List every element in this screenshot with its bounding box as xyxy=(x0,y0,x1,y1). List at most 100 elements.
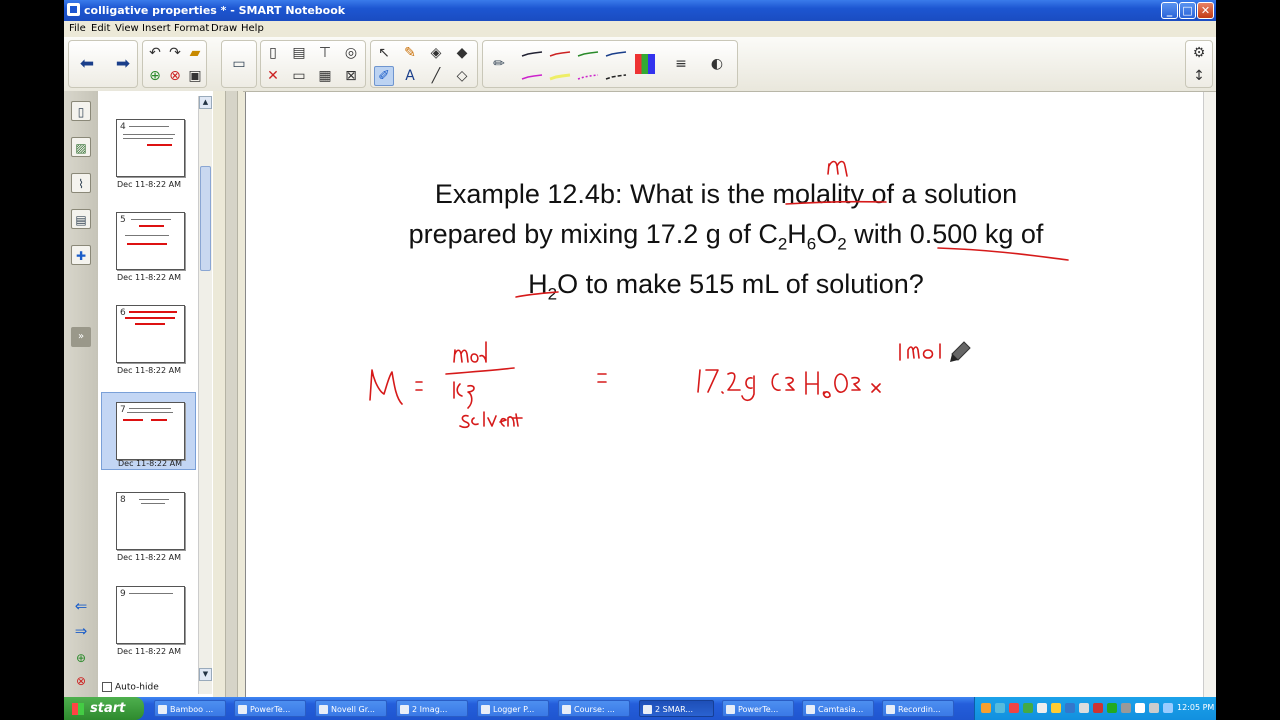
scroll-thumb[interactable] xyxy=(200,166,211,271)
screen-display-icon[interactable]: ▭ xyxy=(229,54,249,74)
taskbar-item[interactable]: Bamboo ... xyxy=(154,700,226,717)
pen-style-4[interactable] xyxy=(605,50,627,58)
tray-icon[interactable] xyxy=(981,703,991,713)
eraser-icon[interactable]: ◈ xyxy=(426,43,446,63)
menu-format[interactable]: Format xyxy=(174,23,209,34)
taskbar-item[interactable]: PowerTe... xyxy=(722,700,794,717)
page-sorter-tab-icon[interactable]: ▯ xyxy=(71,101,91,121)
panel-splitter[interactable] xyxy=(213,91,243,697)
network-icon[interactable] xyxy=(1163,703,1173,713)
pen-style-5[interactable] xyxy=(521,73,543,81)
add-page-side-icon[interactable]: ⊕ xyxy=(71,648,91,668)
pen-style-8[interactable] xyxy=(605,73,627,81)
select-icon[interactable]: ↖ xyxy=(374,43,394,63)
slide-thumbnail[interactable]: 4 xyxy=(116,119,185,177)
volume-icon[interactable] xyxy=(1149,703,1159,713)
taskbar-item[interactable]: Recordin... xyxy=(882,700,954,717)
screen-capture-icon[interactable]: ▭ xyxy=(289,66,309,86)
back-icon[interactable]: ⬅ xyxy=(77,54,97,74)
expand-panel-icon[interactable]: » xyxy=(71,327,91,347)
slide-thumb-9[interactable]: 9 Dec 11-8:22 AM xyxy=(101,561,196,656)
slide-thumbnail[interactable]: 7 xyxy=(116,402,185,460)
menu-insert[interactable]: Insert xyxy=(142,23,171,34)
menu-help[interactable]: Help xyxy=(241,23,264,34)
delete-icon[interactable]: ✕ xyxy=(263,66,283,86)
pen-style-2[interactable] xyxy=(549,50,571,58)
open-folder-icon[interactable]: ▰ xyxy=(185,43,205,63)
pen-style-7[interactable] xyxy=(577,73,599,81)
properties-tab-icon[interactable]: ▤ xyxy=(71,209,91,229)
scroll-up-icon[interactable]: ▲ xyxy=(199,96,212,109)
undo-icon[interactable]: ↶ xyxy=(145,43,165,63)
menu-file[interactable]: File xyxy=(69,23,86,34)
gallery-tab-icon[interactable]: ▨ xyxy=(71,137,91,157)
slide-thumbnail[interactable]: 6 xyxy=(116,305,185,363)
forward-icon[interactable]: ➡ xyxy=(113,54,133,74)
clear-icon[interactable]: ⊠ xyxy=(341,66,361,86)
close-button[interactable]: ✕ xyxy=(1197,2,1214,19)
move-toolbar-icon[interactable]: ↕ xyxy=(1189,66,1209,86)
sorter-scrollbar[interactable]: ▲ ▼ xyxy=(198,96,212,694)
tray-icon[interactable] xyxy=(1079,703,1089,713)
tray-icon[interactable] xyxy=(1009,703,1019,713)
scroll-down-icon[interactable]: ▼ xyxy=(199,668,212,681)
bluetooth-icon[interactable] xyxy=(1065,703,1075,713)
taskbar-item-active[interactable]: 2 SMAR... xyxy=(639,700,714,717)
pen-style-6[interactable] xyxy=(549,73,571,81)
taskbar-item[interactable]: Novell Gr... xyxy=(315,700,387,717)
delete-page-side-icon[interactable]: ⊗ xyxy=(71,671,91,691)
tray-icon[interactable] xyxy=(1051,703,1061,713)
tray-icon[interactable] xyxy=(1121,703,1131,713)
tray-icon[interactable] xyxy=(1107,703,1117,713)
screen-shade-icon[interactable]: ▤ xyxy=(289,43,309,63)
minimize-button[interactable]: _ xyxy=(1161,2,1178,19)
shape-eraser-icon[interactable]: ◇ xyxy=(452,66,472,86)
slide-thumbnail[interactable]: 5 xyxy=(116,212,185,270)
tray-icon[interactable] xyxy=(1135,703,1145,713)
line-style-icon[interactable]: ≡ xyxy=(671,54,691,74)
delete-page-icon[interactable]: ⊗ xyxy=(165,66,185,86)
pen-icon[interactable]: ✏ xyxy=(489,54,509,74)
line-icon[interactable]: ╱ xyxy=(426,66,446,86)
taskbar-item[interactable]: Logger P... xyxy=(477,700,549,717)
slide-thumb-7-selected[interactable]: 7 Dec 11-8:22 AM xyxy=(101,392,196,470)
slide-thumb-8[interactable]: 8 Dec 11-8:22 AM xyxy=(101,467,196,562)
transparency-icon[interactable]: ◐ xyxy=(707,54,727,74)
slide-thumbnail[interactable]: 8 xyxy=(116,492,185,550)
pen-style-1[interactable] xyxy=(521,50,543,58)
attachments-tab-icon[interactable]: ⌇ xyxy=(71,173,91,193)
settings-icon[interactable]: ⚙ xyxy=(1189,43,1209,63)
capture-icon[interactable]: ◎ xyxy=(341,43,361,63)
table-insert-icon[interactable]: ⊤ xyxy=(315,43,335,63)
fill-icon[interactable]: ◆ xyxy=(452,43,472,63)
menu-edit[interactable]: Edit xyxy=(91,23,110,34)
splitter-grip[interactable] xyxy=(225,91,238,697)
whiteboard-canvas[interactable]: Example 12.4b: What is the molality of a… xyxy=(245,92,1204,697)
tray-icon[interactable] xyxy=(1023,703,1033,713)
autohide-option[interactable]: Auto-hide xyxy=(102,682,159,693)
taskbar-item[interactable]: Camtasia... xyxy=(802,700,874,717)
tray-icon[interactable] xyxy=(1037,703,1047,713)
taskbar-item[interactable]: Course: ... xyxy=(558,700,630,717)
text-icon[interactable]: A xyxy=(400,66,420,86)
menu-view[interactable]: View xyxy=(115,23,139,34)
magic-pen-icon[interactable]: ✎ xyxy=(400,43,420,63)
color-palette-icon[interactable] xyxy=(635,54,655,74)
paste-icon[interactable]: ▯ xyxy=(263,43,283,63)
taskbar-item[interactable]: 2 Imag... xyxy=(396,700,468,717)
tray-icon[interactable] xyxy=(1093,703,1103,713)
start-button[interactable]: start xyxy=(64,697,144,720)
autohide-checkbox[interactable] xyxy=(102,682,112,692)
addons-tab-icon[interactable]: ✚ xyxy=(71,245,91,265)
slide-thumb-5[interactable]: 5 Dec 11-8:22 AM xyxy=(101,187,196,282)
redo-icon[interactable]: ↷ xyxy=(165,43,185,63)
maximize-button[interactable]: □ xyxy=(1179,2,1196,19)
slide-thumbnail[interactable]: 9 xyxy=(116,586,185,644)
slide-thumb-4[interactable]: 4 Dec 11-8:22 AM xyxy=(101,94,196,189)
add-page-icon[interactable]: ⊕ xyxy=(145,66,165,86)
taskbar-item[interactable]: PowerTe... xyxy=(234,700,306,717)
menu-draw[interactable]: Draw xyxy=(211,23,237,34)
page-forward-icon[interactable]: ⇒ xyxy=(71,621,91,641)
save-icon[interactable]: ▣ xyxy=(185,66,205,86)
canvas-scrollbar[interactable] xyxy=(1203,92,1216,697)
